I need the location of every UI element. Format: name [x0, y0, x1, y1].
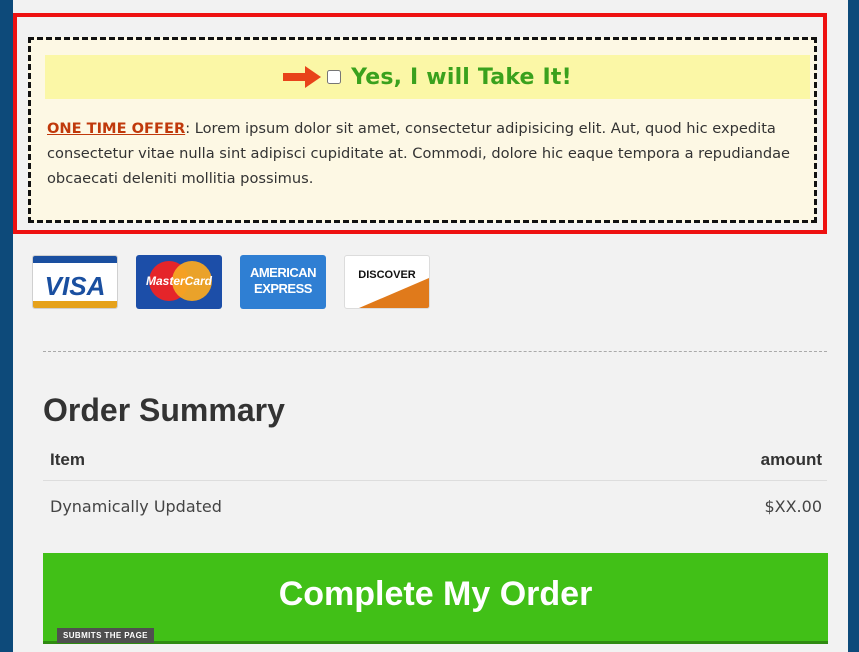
amex-label-line2: EXPRESS [254, 281, 312, 296]
discover-label: DISCOVER [358, 269, 416, 281]
mastercard-label: MasterCard [145, 274, 213, 288]
column-header-amount: amount [760, 450, 822, 469]
amex-label-line1: AMERICAN [249, 265, 317, 280]
submits-page-tag: SUBMITS THE PAGE [57, 628, 154, 643]
column-header-item: Item [50, 450, 85, 469]
complete-order-button[interactable]: Complete My Order [43, 553, 828, 641]
mastercard-card-icon: MasterCard [136, 255, 222, 309]
offer-description: ONE TIME OFFER: Lorem ipsum dolor sit am… [47, 116, 812, 191]
one-time-offer-label: ONE TIME OFFER [47, 120, 186, 137]
arrow-right-icon [283, 66, 322, 88]
visa-label: VISA [44, 271, 106, 301]
amex-card-icon: AMERICAN EXPRESS [240, 255, 326, 309]
discover-card-icon: DISCOVER [344, 255, 430, 309]
table-row-amount: $XX.00 [764, 497, 822, 516]
table-row-item: Dynamically Updated [50, 497, 222, 516]
table-header-divider [43, 480, 827, 481]
visa-card-icon: VISA [32, 255, 118, 309]
take-offer-checkbox[interactable] [327, 70, 342, 84]
take-it-bar: Yes, I will Take It! [45, 55, 810, 99]
order-summary-title: Order Summary [43, 392, 285, 428]
take-offer-label[interactable]: Yes, I will Take It! [351, 65, 572, 90]
section-divider [43, 351, 827, 352]
